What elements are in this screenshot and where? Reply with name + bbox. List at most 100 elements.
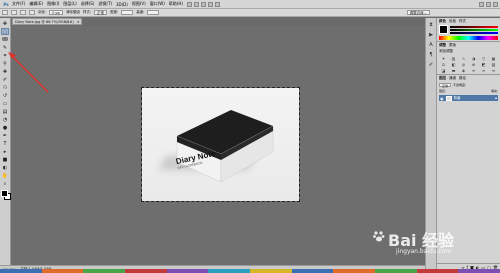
tab-masks[interactable]: 蒙版	[449, 43, 456, 48]
foreground-color-swatch[interactable]	[1, 190, 8, 197]
arrange-documents-icon[interactable]	[214, 1, 220, 7]
refine-edge-button[interactable]: 调整边缘...	[406, 10, 430, 15]
eraser-tool-icon[interactable]: ▭	[1, 100, 9, 107]
tab-adjustments[interactable]: 调整	[439, 43, 446, 48]
green-slider[interactable]	[450, 28, 498, 31]
menu-filter[interactable]: 滤镜(T)	[98, 1, 112, 7]
color-spectrum-bar[interactable]	[439, 36, 498, 40]
tab-color[interactable]: 颜色	[439, 19, 446, 24]
gradient-map-icon[interactable]: ▬	[449, 68, 458, 73]
preset-list-icon[interactable]: ≡	[469, 68, 478, 73]
gradient-tool-icon[interactable]: ▤	[1, 108, 9, 115]
path-selection-tool-icon[interactable]: ▸	[1, 148, 9, 155]
menu-select[interactable]: 选择(S)	[81, 1, 95, 7]
width-input[interactable]	[121, 10, 134, 15]
paragraph-panel-icon[interactable]: ¶	[427, 51, 435, 58]
color-balance-icon[interactable]: ⚖	[439, 62, 448, 67]
rgb-sliders[interactable]	[450, 25, 498, 34]
healing-brush-tool-icon[interactable]: ✚	[1, 68, 9, 75]
brush-tool-icon[interactable]: ✐	[1, 76, 9, 83]
fill-label: 填充:	[490, 89, 498, 93]
crop-tool-icon[interactable]: ⌗	[1, 52, 9, 59]
eyedropper-tool-icon[interactable]: ⚲	[1, 60, 9, 67]
black-white-icon[interactable]: ◧	[449, 62, 458, 67]
photoshop-logo: Ps	[3, 1, 9, 7]
brightness-icon[interactable]: ☀	[439, 56, 448, 61]
curves-icon[interactable]: ∿	[459, 56, 468, 61]
menu-help[interactable]: 帮助(H)	[169, 1, 183, 7]
posterize-icon[interactable]: ▨	[489, 62, 498, 67]
channel-mixer-icon[interactable]: ⊕	[469, 62, 478, 67]
menu-layer[interactable]: 图层(L)	[63, 1, 76, 7]
style-select[interactable]: 正常	[94, 10, 108, 15]
tab-channels[interactable]: 通道	[449, 76, 456, 81]
hand-tool-icon[interactable]: ✋	[1, 172, 9, 179]
hand-tool-icon[interactable]	[207, 1, 213, 7]
tab-styles[interactable]: 样式	[459, 19, 466, 24]
subtract-selection-icon[interactable]	[29, 10, 35, 15]
feather-label: 羽化:	[38, 10, 47, 14]
color-swatches[interactable]	[1, 190, 11, 200]
feather-input[interactable]: 0 px	[49, 10, 63, 15]
rectangular-marquee-tool-icon[interactable]: ⬚	[1, 28, 9, 35]
layer-row-background[interactable]: ◉ 背景 🔒︎	[439, 95, 498, 101]
clone-stamp-tool-icon[interactable]: ⚇	[1, 84, 9, 91]
menu-window[interactable]: 窗口(W)	[150, 1, 165, 7]
preset-list-icon-3[interactable]: ≡	[489, 68, 498, 73]
actions-panel-icon[interactable]: ▶	[427, 31, 435, 38]
tab-swatches[interactable]: 色板	[449, 19, 456, 24]
antialias-checkbox[interactable]: 消除锯齿	[66, 10, 80, 15]
dodge-tool-icon[interactable]: ●	[1, 124, 9, 131]
exposure-icon[interactable]: ◑	[469, 56, 478, 61]
close-document-icon[interactable]: ×	[77, 20, 80, 24]
red-slider[interactable]	[450, 25, 498, 28]
tab-paths[interactable]: 路径	[459, 76, 466, 81]
zoom-level-icon[interactable]	[200, 1, 206, 7]
shape-tool-icon[interactable]: ■	[1, 156, 9, 163]
type-tool-icon[interactable]: T	[1, 140, 9, 147]
photo-filter-icon[interactable]: ◎	[459, 62, 468, 67]
3d-rotate-tool-icon[interactable]: ◐	[1, 164, 9, 171]
menu-view[interactable]: 视图(V)	[132, 1, 146, 7]
bridge-icon[interactable]	[186, 1, 192, 7]
height-input[interactable]	[147, 10, 160, 15]
blue-slider[interactable]	[450, 31, 498, 34]
menu-3d[interactable]: 3D(D)	[116, 2, 128, 7]
selective-color-icon[interactable]: ◈	[459, 68, 468, 73]
menu-image[interactable]: 图像(I)	[47, 1, 59, 7]
lasso-tool-icon[interactable]: ↂ	[1, 36, 9, 43]
blur-tool-icon[interactable]: ◔	[1, 116, 9, 123]
preset-list-icon-2[interactable]: ≡	[479, 68, 488, 73]
zoom-tool-icon[interactable]: ⌕	[1, 180, 9, 187]
color-panel-tabs: 颜色 色板 样式	[439, 19, 498, 24]
watermark-url: jingyan.baidu.com	[396, 248, 452, 255]
vibrance-icon[interactable]: ▽	[479, 56, 488, 61]
minimize-icon[interactable]	[479, 1, 484, 7]
new-selection-icon[interactable]	[11, 10, 17, 15]
history-brush-tool-icon[interactable]: ↺	[1, 92, 9, 99]
maximize-icon[interactable]	[486, 1, 491, 7]
pen-tool-icon[interactable]: ✒	[1, 132, 9, 139]
character-panel-icon[interactable]: A	[427, 41, 435, 48]
blend-mode-select[interactable]: 正常	[439, 83, 452, 88]
brush-panel-icon[interactable]: ✐	[427, 61, 435, 68]
levels-icon[interactable]: ▥	[449, 56, 458, 61]
eye-icon[interactable]: ◉	[440, 96, 444, 101]
history-panel-icon[interactable]: ⧗	[427, 21, 435, 28]
tab-layers[interactable]: 图层	[439, 76, 446, 81]
move-tool-icon[interactable]: ✥	[1, 20, 9, 27]
close-icon[interactable]	[493, 1, 498, 7]
menu-edit[interactable]: 编辑(E)	[29, 1, 43, 7]
menu-file[interactable]: 文件(F)	[12, 1, 25, 7]
canvas-area[interactable]: Diary Note with GUIDEBOOK	[11, 26, 425, 265]
mini-bridge-icon[interactable]	[193, 1, 199, 7]
add-to-selection-icon[interactable]	[20, 10, 26, 15]
quick-selection-tool-icon[interactable]: ✎	[1, 44, 9, 51]
current-color-swatch[interactable]	[439, 25, 448, 34]
invert-icon[interactable]: ◩	[479, 62, 488, 67]
hue-saturation-icon[interactable]: ▦	[489, 56, 498, 61]
marquee-tool-preset-icon[interactable]	[2, 10, 8, 15]
document-canvas[interactable]: Diary Note with GUIDEBOOK	[141, 87, 300, 202]
document-tab[interactable]: Diary Note.jpg @ 66.7%(RGB/8#) ×	[12, 18, 82, 25]
threshold-icon[interactable]: ◪	[439, 68, 448, 73]
